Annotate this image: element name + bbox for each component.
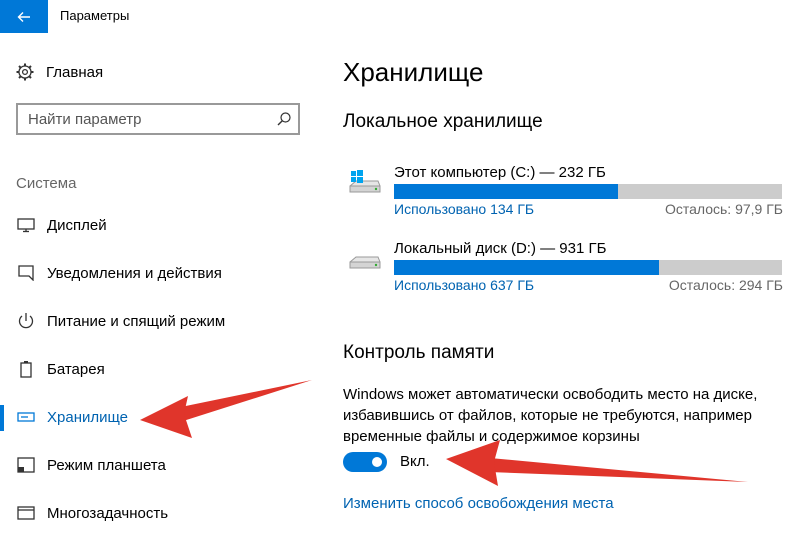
drive-icon [347, 246, 381, 272]
drive-free-space: Осталось: 97,9 ГБ [664, 201, 783, 217]
sidebar-item-label: Хранилище [47, 408, 128, 426]
search-icon[interactable] [276, 111, 292, 127]
sidebar-item-label: Уведомления и действия [47, 264, 222, 282]
notifications-icon [16, 263, 36, 283]
drive-usage-bar [394, 260, 782, 275]
storage-sense-description: Windows может автоматически освободить м… [343, 386, 758, 445]
drive-usage-fill [394, 184, 618, 199]
home-label: Главная [46, 63, 104, 81]
sidebar: Главная Система Дисплей Уведомления и де… [0, 33, 320, 540]
power-icon [16, 311, 36, 331]
active-indicator [0, 405, 4, 431]
search-input[interactable] [28, 109, 268, 129]
drive-used-link[interactable]: Использовано 134 ГБ [394, 201, 534, 217]
drive-used-link[interactable]: Использовано 637 ГБ [394, 277, 534, 293]
storage-icon [16, 407, 36, 427]
sidebar-item-label: Режим планшета [47, 456, 166, 474]
drive-usage-bar [394, 184, 782, 199]
section-title-system: Система [16, 175, 77, 192]
sidebar-item-battery[interactable]: Батарея [0, 345, 320, 393]
drive-name: Локальный диск (D:) — 931 ГБ [394, 240, 607, 257]
sidebar-item-tablet-mode[interactable]: Режим планшета [0, 441, 320, 489]
drive-d[interactable]: Локальный диск (D:) — 931 ГБ Использован… [343, 240, 783, 300]
sidebar-item-storage[interactable]: Хранилище [0, 393, 320, 441]
search-box[interactable] [16, 103, 300, 135]
drive-free-space: Осталось: 294 ГБ [668, 277, 783, 293]
home-link[interactable]: Главная [16, 63, 103, 81]
storage-sense-toggle[interactable] [343, 452, 387, 472]
sidebar-item-display[interactable]: Дисплей [0, 201, 320, 249]
page-title: Хранилище [343, 57, 484, 87]
title-bar: Параметры [0, 0, 810, 33]
sidebar-item-label: Многозадачность [47, 504, 169, 522]
window-title: Параметры [60, 8, 130, 23]
tablet-mode-icon [16, 455, 36, 475]
sidebar-item-multitasking[interactable]: Многозадачность [0, 489, 320, 537]
multitasking-icon [16, 503, 36, 523]
back-arrow-icon [17, 11, 30, 22]
back-button[interactable] [0, 0, 48, 33]
battery-icon [16, 359, 36, 379]
change-free-space-link[interactable]: Изменить способ освобождения места [343, 495, 614, 512]
local-storage-heading: Локальное хранилище [343, 111, 543, 132]
storage-sense-heading: Контроль памяти [343, 342, 495, 363]
sidebar-item-power[interactable]: Питание и спящий режим [0, 297, 320, 345]
system-drive-icon [347, 170, 381, 196]
sidebar-item-label: Батарея [47, 360, 105, 378]
drive-name: Этот компьютер (C:) — 232 ГБ [394, 164, 606, 181]
sidebar-item-notifications[interactable]: Уведомления и действия [0, 249, 320, 297]
gear-icon [16, 63, 34, 81]
sidebar-item-label: Дисплей [47, 216, 107, 234]
drive-c[interactable]: Этот компьютер (C:) — 232 ГБ Использован… [343, 164, 783, 224]
drive-usage-fill [394, 260, 660, 275]
toggle-label: Вкл. [400, 453, 430, 470]
display-icon [16, 215, 36, 235]
sidebar-item-label: Питание и спящий режим [47, 312, 226, 330]
toggle-knob [372, 457, 382, 467]
